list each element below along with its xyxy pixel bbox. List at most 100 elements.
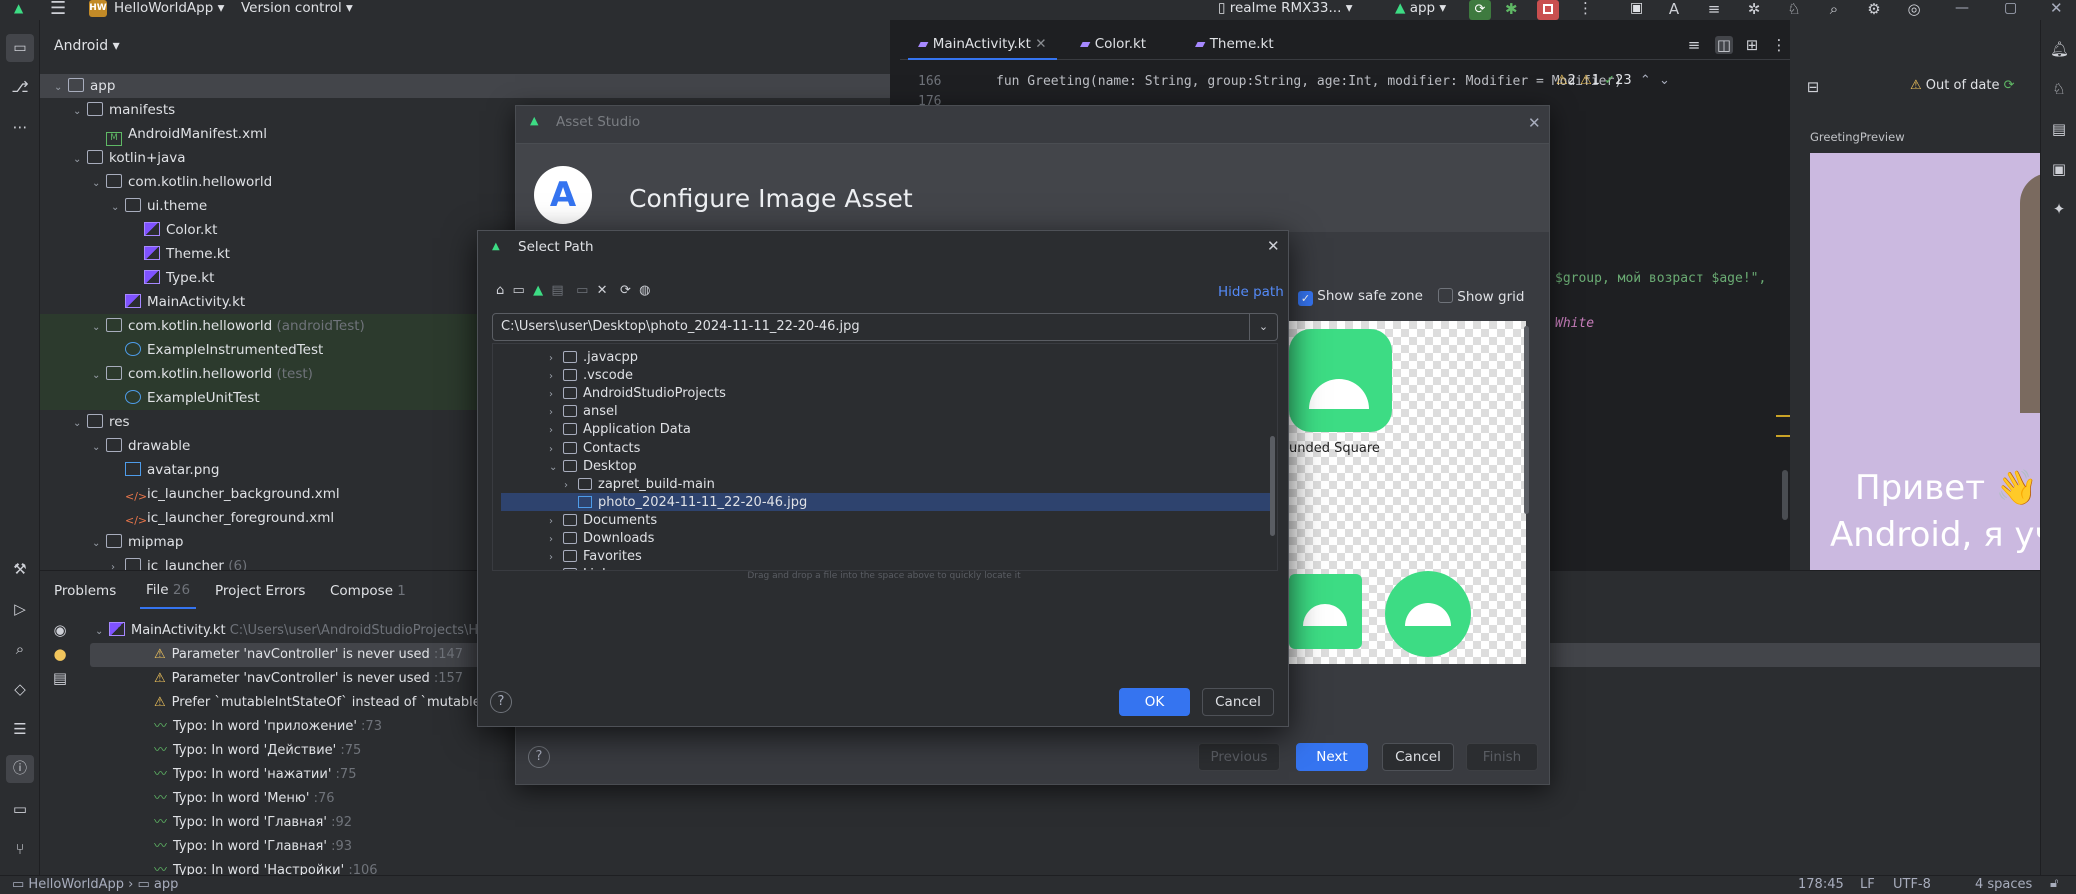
close-icon[interactable]: ✕ <box>1528 114 1541 132</box>
editor-scrollbar[interactable] <box>1782 470 1788 520</box>
logcat-tool-icon[interactable]: ☰ <box>11 720 29 738</box>
close-window-button[interactable]: ✕ <box>2050 0 2063 17</box>
problems-tab[interactable]: Compose 1 <box>330 571 406 611</box>
file-tree-item[interactable]: › .vscode <box>493 366 1277 384</box>
find-tool-icon[interactable]: ⌕ <box>11 640 29 658</box>
problem-row[interactable]: 〰 Typo: In word 'Главная' :93 <box>90 835 2040 859</box>
preview-toggle-icon[interactable]: ⊟ <box>1804 78 1822 96</box>
running-devices-icon[interactable]: ▣ <box>2050 160 2068 178</box>
help-icon[interactable]: ? <box>528 746 550 768</box>
minimize-button[interactable]: — <box>1955 0 1969 16</box>
file-tree-item[interactable]: › Contacts <box>493 439 1277 457</box>
new-folder-icon[interactable]: ▭ <box>576 283 588 298</box>
home-icon[interactable]: ⌂ <box>496 283 504 298</box>
tab-color[interactable]: ▰ Color.kt <box>1070 30 1156 60</box>
file-tree-item[interactable]: › .javacpp <box>493 348 1277 366</box>
file-tree-item[interactable]: photo_2024-11-11_22-20-46.jpg <box>501 492 1271 511</box>
file-tree-item[interactable]: › Downloads <box>493 529 1277 547</box>
gemini-icon[interactable]: ✦ <box>2050 200 2068 218</box>
chevron-down-icon[interactable]: ⌄ <box>92 436 106 460</box>
git-tool-icon[interactable]: ⑂ <box>11 840 29 858</box>
run-config-selector[interactable]: ▲ app ▾ <box>1395 0 1446 17</box>
chevron-down-icon[interactable]: ⌄ <box>111 196 125 220</box>
file-tree-item[interactable]: › Favorites <box>493 547 1277 565</box>
close-tab-icon[interactable]: ✕ <box>1035 36 1046 52</box>
project-tree-item[interactable]: ⌄ app <box>40 74 890 98</box>
tab-mainactivity[interactable]: ▰ MainActivity.kt ✕ <box>908 30 1057 60</box>
problems-tab[interactable]: Project Errors <box>215 571 305 611</box>
device-explorer-icon[interactable]: ▤ <box>2050 120 2068 138</box>
refresh-icon[interactable]: ⟳ <box>2004 78 2015 93</box>
translate-icon[interactable]: A <box>1665 0 1683 18</box>
editor-more-icon[interactable]: ⋮ <box>1770 36 1788 54</box>
ok-button[interactable]: OK <box>1119 688 1190 716</box>
eye-icon[interactable]: ◉ <box>51 621 69 639</box>
file-tree-item[interactable]: › Application Data <box>493 420 1277 438</box>
stop-button[interactable] <box>1537 0 1559 20</box>
breadcrumb[interactable]: ▭ HelloWorldApp › ▭ app <box>12 877 178 892</box>
file-tree-item[interactable]: › AndroidStudioProjects <box>493 384 1277 402</box>
maximize-button[interactable]: ▢ <box>2004 0 2017 16</box>
split-view-icon[interactable]: ◫ <box>1715 36 1733 54</box>
indent-setting[interactable]: 4 spaces <box>1975 877 2032 892</box>
file-encoding[interactable]: UTF-8 <box>1893 877 1931 892</box>
chevron-down-icon[interactable]: ⌄ <box>92 316 106 340</box>
line-separator[interactable]: LF <box>1860 877 1875 892</box>
file-tree-item[interactable]: › ansel <box>493 402 1277 420</box>
problem-row[interactable]: 〰 Typo: In word 'Меню' :76 <box>90 787 2040 811</box>
help-icon[interactable]: ? <box>490 691 512 713</box>
run-tool-icon[interactable]: ▷ <box>11 600 29 618</box>
device-selector[interactable]: ▯ realme RMX33... ▾ <box>1218 0 1352 17</box>
design-view-icon[interactable]: ⊞ <box>1743 36 1761 54</box>
delete-icon[interactable]: ✕ <box>597 283 608 298</box>
debug-icon[interactable]: ✱ <box>1505 0 1518 18</box>
inspection-widget[interactable]: ⚠2 ⚠1 ✓23 ⌃ ⌄ <box>1556 73 1670 88</box>
structure-tool-icon[interactable]: ⎇ <box>11 78 29 96</box>
show-hidden-icon[interactable]: ◍ <box>639 283 650 298</box>
cancel-button[interactable]: Cancel <box>1382 743 1454 771</box>
file-tree-item[interactable]: ⌄ Desktop <box>493 457 1277 475</box>
show-grid-checkbox[interactable]: Show grid <box>1438 288 1524 305</box>
finish-button[interactable]: Finish <box>1466 743 1538 771</box>
hide-path-link[interactable]: Hide path <box>1218 284 1284 300</box>
device-manager-icon[interactable]: ▣ <box>1630 0 1643 16</box>
next-button[interactable]: Next <box>1296 743 1368 771</box>
chevron-down-icon[interactable]: ⌄ <box>73 148 87 172</box>
project-tool-icon[interactable]: ▭ <box>6 34 34 62</box>
project-icon[interactable]: ▲ <box>533 283 543 298</box>
project-switcher[interactable]: HelloWorldApp ▾ <box>114 0 224 17</box>
show-safe-zone-checkbox[interactable]: ✓ Show safe zone <box>1298 288 1423 306</box>
chevron-down-icon[interactable]: ⌄ <box>92 172 106 196</box>
build-tool-icon[interactable]: ⚒ <box>11 560 29 578</box>
more-tools-icon[interactable]: ⋯ <box>11 118 29 136</box>
module-icon[interactable]: ▤ <box>551 283 563 298</box>
path-input[interactable]: C:\Users\user\Desktop\photo_2024-11-11_2… <box>492 313 1278 341</box>
code-greeting-signature[interactable]: fun Greeting(name: String, group:String,… <box>996 74 1622 89</box>
problems-tab[interactable]: File 26 <box>140 571 197 609</box>
tab-theme[interactable]: ▰ Theme.kt <box>1185 30 1284 60</box>
file-tree-item[interactable]: › zapret_build-main <box>493 475 1277 493</box>
chevron-down-icon[interactable]: ⌄ <box>54 76 68 100</box>
rerun-button[interactable]: ⟳ <box>1469 0 1491 20</box>
more-actions-icon[interactable]: ⋮ <box>1578 0 1593 17</box>
tree-scrollbar[interactable] <box>1270 436 1275 536</box>
notifications-icon[interactable]: 🔔︎ <box>2050 40 2069 58</box>
lock-icon[interactable]: 🔓︎ <box>2050 876 2058 891</box>
problem-row[interactable]: 〰 Typo: In word 'Настройки' :106 <box>90 859 2040 876</box>
previous-button[interactable]: Previous <box>1198 743 1280 771</box>
chevron-down-icon[interactable]: ⌄ <box>73 412 87 436</box>
desktop-icon[interactable]: ▭ <box>513 283 525 298</box>
terminal-tool-icon[interactable]: ▭ <box>11 800 29 818</box>
cancel-button[interactable]: Cancel <box>1202 688 1274 716</box>
problem-row[interactable]: 〰 Typo: In word 'Главная' :92 <box>90 811 2040 835</box>
settings-icon[interactable]: ⚙ <box>1865 0 1883 18</box>
file-tree-item[interactable]: › Documents <box>493 511 1277 529</box>
sdk-icon[interactable]: ≡ <box>1705 0 1723 18</box>
chevron-down-icon[interactable]: ⌄ <box>92 364 106 388</box>
chevron-down-icon[interactable]: ⌄ <box>92 532 106 556</box>
problems-tool-icon[interactable]: ⓘ <box>6 755 34 783</box>
gradle-sync-icon[interactable]: ♘ <box>2050 80 2068 98</box>
gem-tool-icon[interactable]: ◇ <box>11 680 29 698</box>
problems-tab[interactable]: Problems <box>54 571 116 611</box>
path-history-dropdown[interactable]: ⌄ <box>1249 314 1277 340</box>
